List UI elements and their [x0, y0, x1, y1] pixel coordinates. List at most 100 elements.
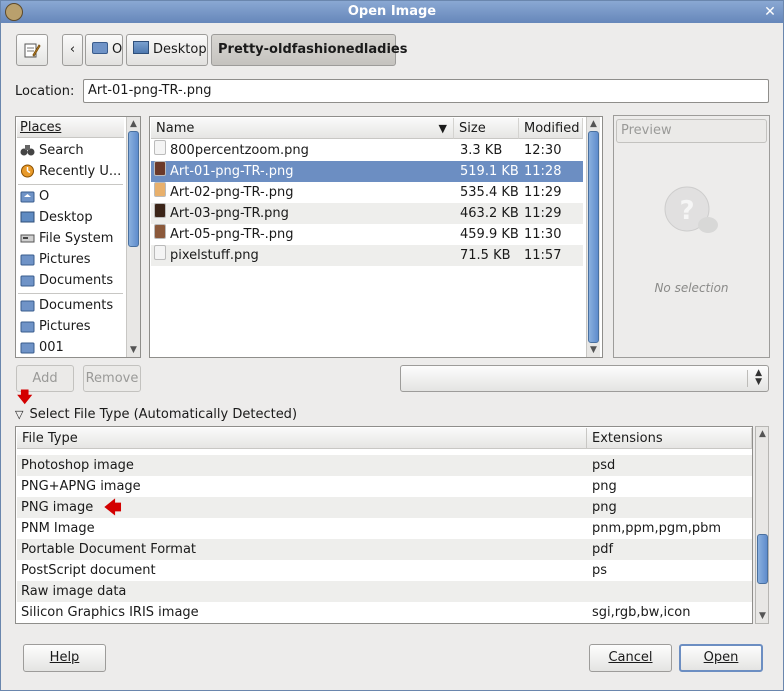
- cancel-button[interactable]: Cancel: [589, 644, 672, 672]
- column-header-size[interactable]: Size: [454, 118, 519, 139]
- file-type-row[interactable]: PostScript document ps: [17, 560, 752, 581]
- place-bookmark-pictures[interactable]: Pictures: [17, 316, 124, 337]
- file-list-scrollbar[interactable]: ▲ ▼: [586, 117, 600, 357]
- breadcrumb-current-folder[interactable]: Pretty-oldfashionedladies: [211, 34, 407, 66]
- place-search[interactable]: Search: [17, 140, 124, 161]
- help-button[interactable]: Help: [23, 644, 106, 672]
- place-bookmark-documents[interactable]: Documents: [17, 295, 124, 316]
- file-name: Art-05-png-TR-.png: [170, 227, 294, 242]
- file-list-panel: Name ▼ Size Modified 800percentzoom.png 3…: [149, 116, 603, 358]
- expander-label: Select File Type (Automatically Detected…: [29, 407, 298, 422]
- file-type-name: PNG+APNG image: [21, 479, 141, 494]
- cancel-label: Cancel: [608, 650, 653, 665]
- place-label: Search: [39, 143, 84, 158]
- breadcrumb-desktop[interactable]: Desktop: [126, 34, 208, 66]
- file-type-extensions: pnm,ppm,pgm,pbm: [592, 521, 722, 536]
- column-header-name[interactable]: Name ▼: [151, 118, 454, 139]
- column-header-file-type[interactable]: File Type: [17, 428, 587, 449]
- place-label: Pictures: [39, 319, 91, 334]
- scroll-up-icon[interactable]: ▲: [587, 117, 600, 131]
- file-type-extensions: ps: [592, 563, 608, 578]
- file-type-name: Raw image data: [21, 584, 127, 599]
- scroll-up-icon[interactable]: ▲: [127, 117, 140, 131]
- binoculars-icon: [20, 145, 35, 156]
- preview-button[interactable]: Preview: [616, 119, 767, 143]
- file-size: 463.2 KB: [460, 206, 519, 221]
- file-size: 535.4 KB: [460, 185, 519, 200]
- gimp-mascot-placeholder-icon: ?: [664, 186, 718, 233]
- open-label: Open: [703, 650, 739, 665]
- file-type-scrollbar[interactable]: ▲ ▼: [755, 426, 769, 624]
- file-row[interactable]: pixelstuff.png 71.5 KB 11:57: [151, 245, 583, 266]
- column-label: Name: [156, 121, 195, 136]
- file-type-row[interactable]: Portable Document Format pdf: [17, 539, 752, 560]
- file-type-name: Silicon Graphics IRIS image: [21, 605, 199, 620]
- scrollbar-thumb[interactable]: [757, 534, 768, 584]
- image-thumbnail-icon: [154, 161, 166, 176]
- breadcrumb-label: O: [112, 42, 123, 57]
- place-pictures[interactable]: Pictures: [17, 249, 124, 270]
- scrollbar-thumb[interactable]: [128, 131, 139, 247]
- place-recently-used[interactable]: Recently U...: [17, 161, 124, 182]
- file-filter-combo[interactable]: ▲ ▼: [400, 365, 769, 392]
- image-thumbnail-icon: [154, 182, 166, 197]
- places-scrollbar[interactable]: ▲ ▼: [126, 117, 140, 357]
- file-name: pixelstuff.png: [170, 248, 259, 263]
- scroll-down-icon[interactable]: ▼: [756, 609, 769, 623]
- location-input[interactable]: Art-01-png-TR-.png: [83, 79, 769, 103]
- file-type-row[interactable]: PNG+APNG image png: [17, 476, 752, 497]
- column-header-extensions[interactable]: Extensions: [587, 428, 752, 449]
- preview-panel: Preview ? No selection: [613, 115, 770, 358]
- file-size: 71.5 KB: [460, 248, 511, 263]
- file-modified: 12:30: [524, 143, 562, 158]
- file-row[interactable]: Art-05-png-TR-.png 459.9 KB 11:30: [151, 224, 583, 245]
- place-file-system[interactable]: File System: [17, 228, 124, 249]
- path-back-button[interactable]: ‹: [62, 34, 83, 66]
- title-bar[interactable]: Open Image ✕: [1, 1, 783, 23]
- file-name: Art-02-png-TR-.png: [170, 185, 294, 200]
- place-label: Documents: [39, 298, 114, 313]
- breadcrumb-label: Desktop: [153, 42, 207, 57]
- places-header[interactable]: Places: [17, 118, 124, 138]
- file-name: Art-01-png-TR-.png: [170, 164, 294, 179]
- remove-bookmark-button[interactable]: Remove: [83, 365, 141, 392]
- file-type-expander[interactable]: ▽ Select File Type (Automatically Detecte…: [15, 406, 297, 424]
- file-type-extensions: sgi,rgb,bw,icon: [592, 605, 691, 620]
- places-panel: Places Search Recently U... O Desktop Fi…: [15, 116, 141, 358]
- combo-separator: [747, 370, 748, 387]
- combo-arrow-icon: ▲ ▼: [755, 368, 762, 387]
- scroll-up-icon[interactable]: ▲: [756, 427, 769, 441]
- breadcrumb-home[interactable]: O: [85, 34, 123, 66]
- window-title: Open Image: [347, 4, 437, 19]
- place-home[interactable]: O: [17, 186, 124, 207]
- file-type-row[interactable]: PNG image png: [17, 497, 752, 518]
- file-row[interactable]: 800percentzoom.png 3.3 KB 12:30: [151, 140, 583, 161]
- place-documents[interactable]: Documents: [17, 270, 124, 291]
- file-modified: 11:57: [524, 248, 562, 263]
- scroll-down-icon[interactable]: ▼: [587, 343, 600, 357]
- place-label: O: [39, 189, 50, 204]
- place-label: Recently U...: [39, 164, 122, 179]
- file-row[interactable]: Art-02-png-TR-.png 535.4 KB 11:29: [151, 182, 583, 203]
- open-button[interactable]: Open: [679, 644, 763, 672]
- file-type-name: Portable Document Format: [21, 542, 197, 557]
- scroll-down-icon[interactable]: ▼: [127, 343, 140, 357]
- scrollbar-thumb[interactable]: [588, 131, 599, 343]
- column-header-modified[interactable]: Modified: [519, 118, 583, 139]
- column-label: Size: [459, 121, 486, 136]
- file-type-row[interactable]: Silicon Graphics IRIS image sgi,rgb,bw,ic…: [17, 602, 752, 623]
- folder-icon: [20, 342, 35, 354]
- folder-icon: [20, 300, 35, 312]
- type-a-filename-button[interactable]: [16, 34, 48, 66]
- svg-text:?: ?: [679, 196, 694, 226]
- place-bookmark-001[interactable]: 001: [17, 337, 124, 358]
- file-type-row[interactable]: Raw image data: [17, 581, 752, 602]
- sort-descending-icon: ▼: [438, 122, 447, 135]
- close-icon[interactable]: ✕: [761, 3, 779, 21]
- file-row[interactable]: Art-03-png-TR.png 463.2 KB 11:29: [151, 203, 583, 224]
- file-row[interactable]: Art-01-png-TR-.png 519.1 KB 11:28: [151, 161, 583, 182]
- place-desktop[interactable]: Desktop: [17, 207, 124, 228]
- file-type-row[interactable]: Photoshop image psd: [17, 455, 752, 476]
- file-type-name: PNG image: [21, 500, 94, 515]
- file-type-row[interactable]: PNM Image pnm,ppm,pgm,pbm: [17, 518, 752, 539]
